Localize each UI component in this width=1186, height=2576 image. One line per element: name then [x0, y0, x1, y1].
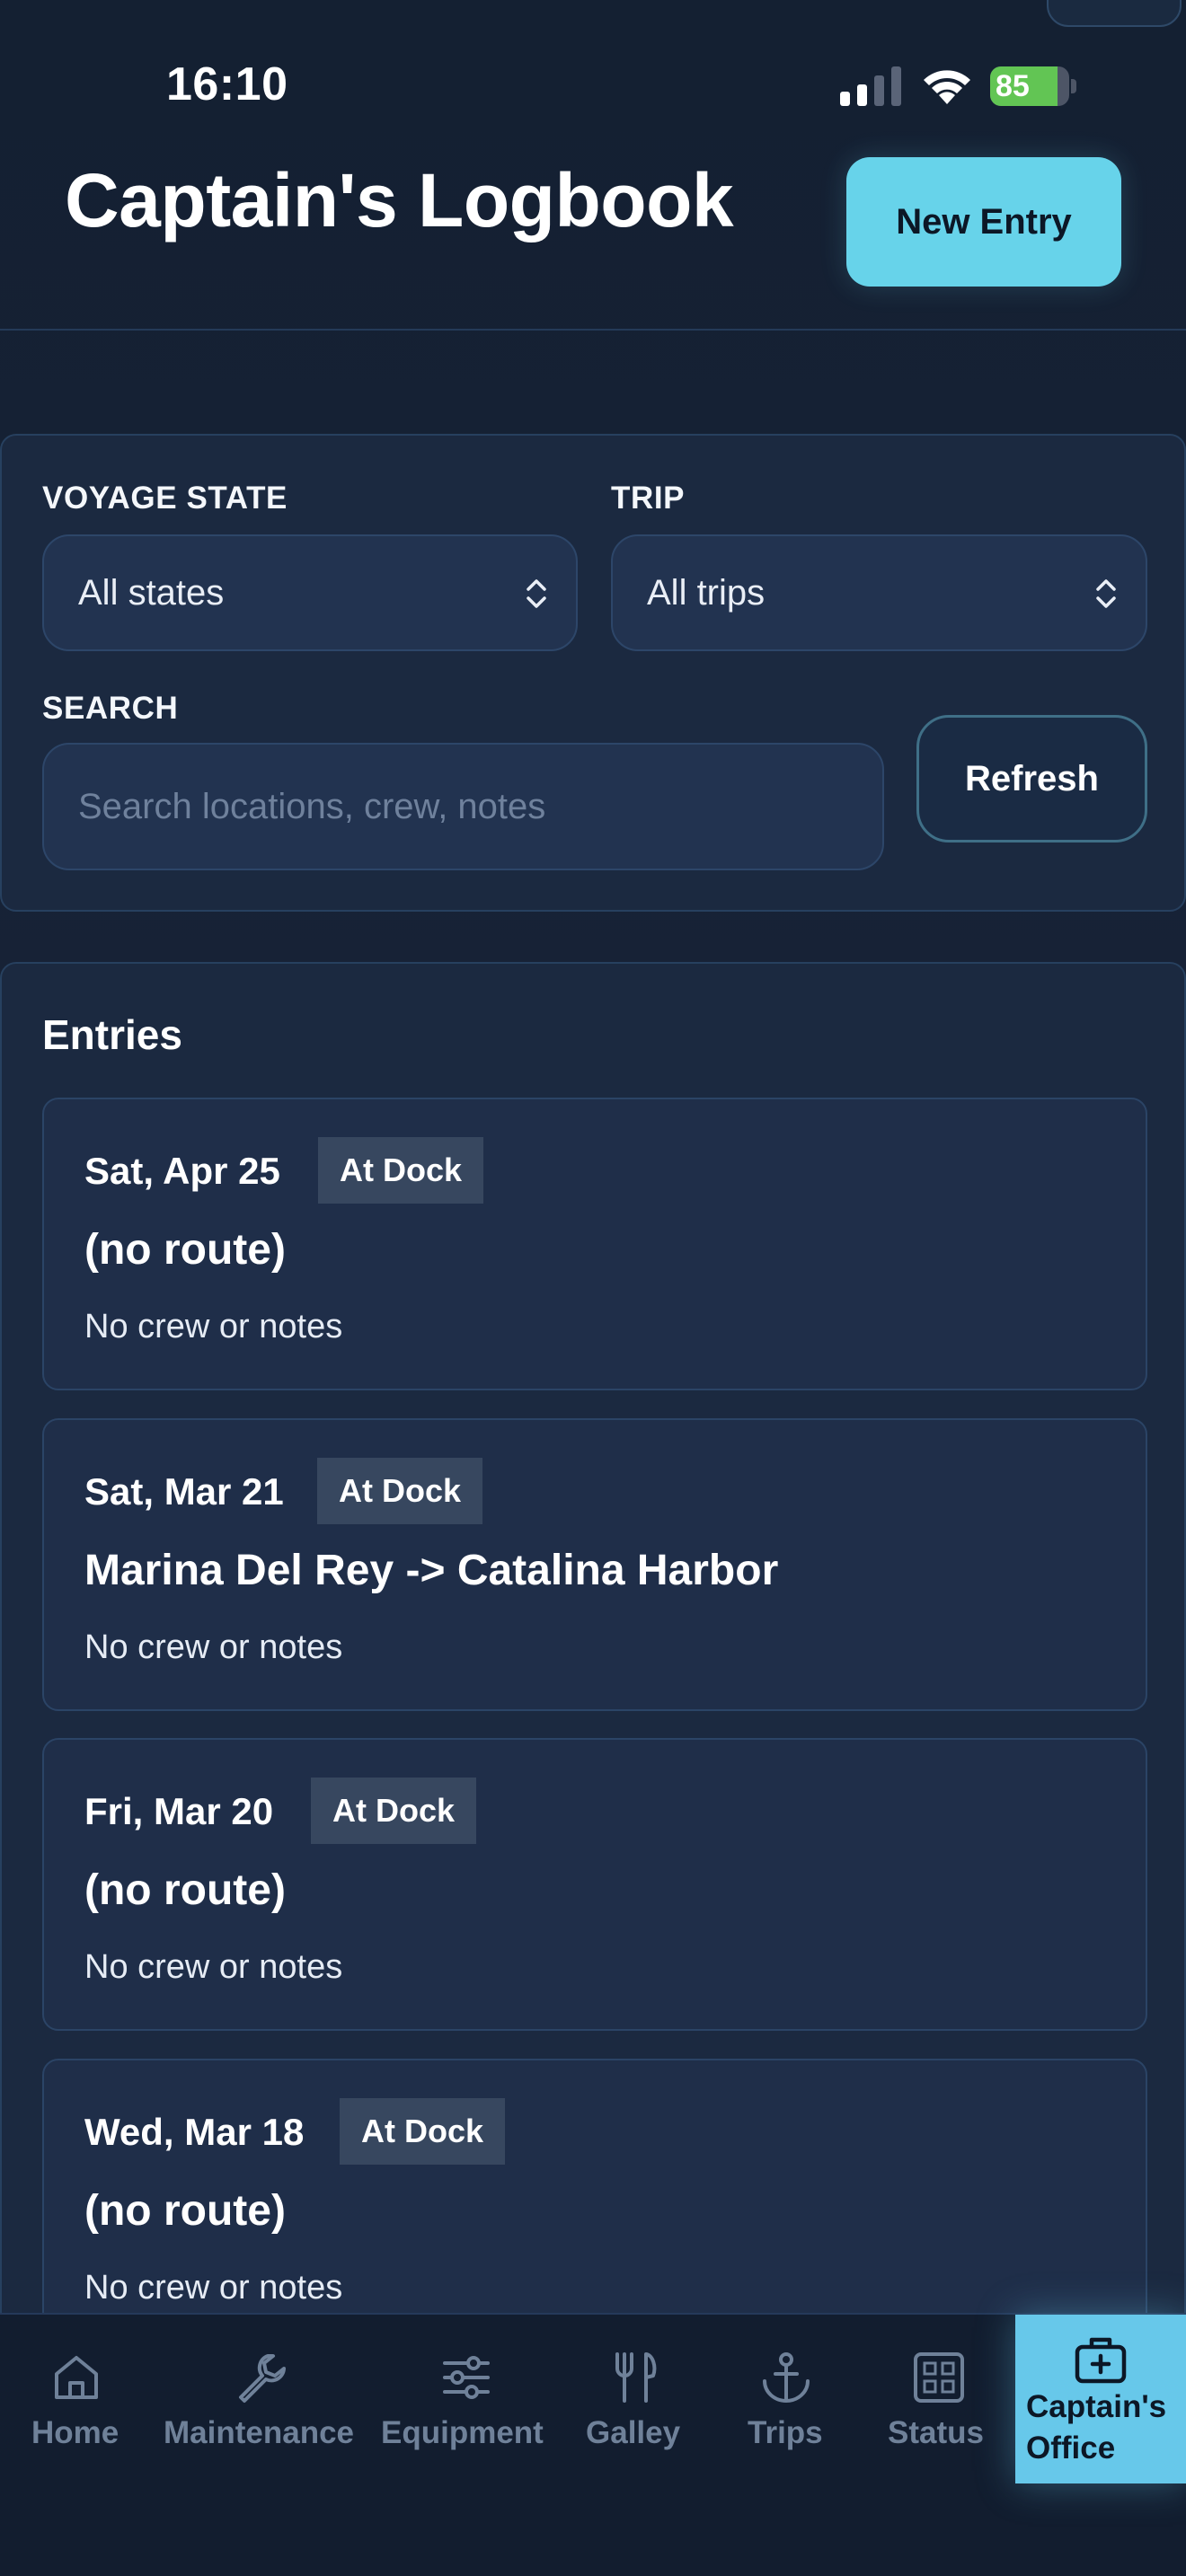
voyage-state-value: All states [78, 572, 225, 613]
nav-item-home[interactable]: Home [0, 2315, 153, 2485]
entry-route: (no route) [84, 1866, 286, 1914]
entry-card[interactable]: Fri, Mar 20 At Dock (no route) No crew o… [42, 1738, 1147, 2031]
refresh-button[interactable]: Refresh [916, 715, 1147, 842]
status-badge: At Dock [318, 1137, 484, 1204]
trip-value: All trips [647, 572, 766, 613]
nav-label-equipment: Equipment [381, 2415, 544, 2450]
battery-indicator: 85 [990, 66, 1076, 106]
grid-icon [914, 2352, 964, 2403]
briefcase-medical-icon [1075, 2337, 1127, 2384]
nav-item-trips[interactable]: Trips [710, 2315, 863, 2485]
nav-item-galley[interactable]: Galley [557, 2315, 710, 2485]
status-badge: At Dock [311, 1778, 477, 1844]
page-title: Captain's Logbook [65, 158, 734, 243]
entry-date: Wed, Mar 18 [84, 2111, 305, 2153]
sliders-icon [443, 2356, 490, 2399]
status-bar: 16:10 85 [0, 0, 1186, 144]
battery-level: 85 [996, 69, 1030, 103]
wrench-icon [239, 2354, 286, 2403]
clock: 16:10 [166, 58, 288, 110]
entry-card[interactable]: Sat, Mar 21 At Dock Marina Del Rey -> Ca… [42, 1418, 1147, 1711]
nav-label-status: Status [888, 2415, 984, 2450]
nav-item-maintenance[interactable]: Maintenance [153, 2315, 368, 2485]
wifi-icon [924, 70, 970, 104]
nav-item-captains-office[interactable]: Captain's Office [1015, 2315, 1186, 2483]
voyage-state-select[interactable]: All states [42, 534, 578, 651]
fork-knife-icon [615, 2352, 657, 2403]
nav-label-maintenance: Maintenance [164, 2415, 354, 2450]
page-header: Captain's Logbook New Entry [0, 144, 1186, 331]
entry-route: (no route) [84, 1226, 286, 1274]
voyage-state-label: VOYAGE STATE [42, 481, 288, 516]
partial-button-ghost [1047, 0, 1182, 27]
nav-label-galley: Galley [586, 2415, 681, 2450]
cellular-signal-icon [840, 66, 901, 106]
search-label: SEARCH [42, 691, 179, 726]
entry-date: Sat, Apr 25 [84, 1150, 280, 1192]
app-screen: 16:10 85 Captain's Logbook New Entry VOY… [0, 0, 1186, 2576]
nav-label-home: Home [31, 2415, 119, 2450]
filter-panel: VOYAGE STATE All states TRIP All trips S… [0, 434, 1186, 912]
select-chevron-icon [527, 579, 546, 608]
home-icon [55, 2356, 98, 2399]
entry-notes: No crew or notes [84, 1948, 343, 1986]
entry-route: (no route) [84, 2187, 286, 2235]
status-badge: At Dock [317, 1458, 483, 1524]
nav-item-status[interactable]: Status [863, 2315, 1015, 2485]
nav-label-captains-office: Captain's Office [1026, 2389, 1167, 2466]
select-chevron-icon [1096, 579, 1116, 608]
new-entry-button[interactable]: New Entry [846, 157, 1121, 287]
entries-title: Entries [42, 1011, 182, 1058]
anchor-icon [763, 2352, 810, 2403]
status-badge: At Dock [340, 2098, 506, 2165]
bottom-nav: Home Maintenance Equipment Galley Trips … [0, 2313, 1186, 2576]
entry-card[interactable]: Wed, Mar 18 At Dock (no route) No crew o… [42, 2059, 1147, 2351]
entry-notes: No crew or notes [84, 1628, 343, 1666]
entry-route: Marina Del Rey -> Catalina Harbor [84, 1547, 779, 1594]
entry-notes: No crew or notes [84, 1308, 343, 1345]
trip-select[interactable]: All trips [611, 534, 1147, 651]
nav-item-equipment[interactable]: Equipment [368, 2315, 557, 2485]
nav-label-trips: Trips [748, 2415, 823, 2450]
entry-date: Sat, Mar 21 [84, 1470, 284, 1513]
entry-card[interactable]: Sat, Apr 25 At Dock (no route) No crew o… [42, 1098, 1147, 1390]
entry-notes: No crew or notes [84, 2269, 343, 2307]
entry-date: Fri, Mar 20 [84, 1790, 274, 1832]
search-input[interactable] [42, 743, 884, 870]
trip-label: TRIP [611, 481, 686, 516]
